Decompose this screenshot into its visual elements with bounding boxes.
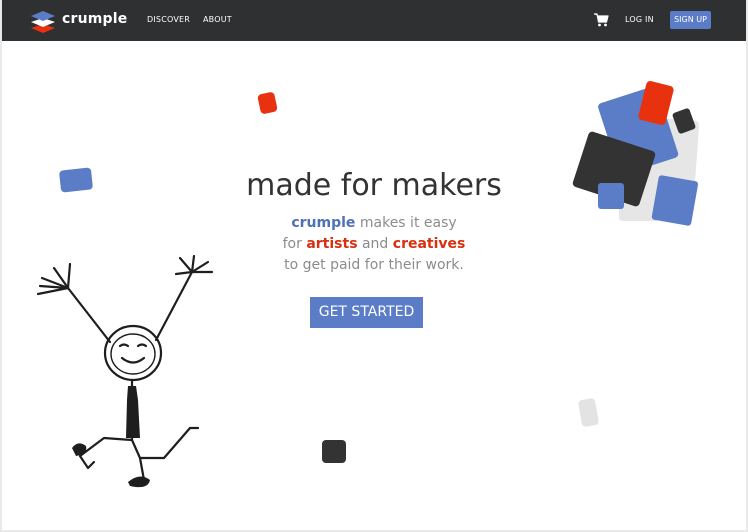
tagline-creatives: creatives — [392, 236, 466, 252]
cheering-stick-figure-doodle — [36, 254, 214, 488]
tagline-line-1: crumple makes it easy — [224, 215, 524, 231]
confetti-red-square — [257, 91, 278, 115]
tagline-brand: crumple — [291, 215, 356, 231]
tagline-makes-easy: makes it easy — [355, 215, 457, 231]
nav-about-link[interactable]: ABOUT — [203, 15, 232, 24]
stacked-cards-illustration — [572, 81, 700, 226]
confetti-blue-square — [58, 167, 94, 193]
tagline-line-2: for artists and creatives — [224, 236, 524, 252]
login-link[interactable]: LOG IN — [625, 15, 654, 24]
hero-title: made for makers — [246, 168, 502, 203]
confetti-dark-square — [322, 440, 346, 463]
nav-discover-link[interactable]: DISCOVER — [147, 15, 190, 24]
get-started-button[interactable]: GET STARTED — [310, 297, 423, 328]
tagline-artists: artists — [306, 236, 358, 252]
page-frame: crumple DISCOVER ABOUT LOG IN SIGN UP ma… — [2, 0, 746, 530]
shopping-cart-icon[interactable] — [594, 13, 609, 27]
signup-button[interactable]: SIGN UP — [670, 11, 711, 29]
tagline-line-3: to get paid for their work. — [284, 257, 464, 273]
confetti-gray-square — [577, 397, 600, 428]
tagline-for: for — [282, 236, 307, 252]
brand-name[interactable]: crumple — [62, 11, 127, 27]
crumple-logo-icon[interactable] — [30, 8, 56, 34]
tagline-and: and — [357, 236, 393, 252]
top-navbar: crumple DISCOVER ABOUT LOG IN SIGN UP — [2, 0, 746, 41]
